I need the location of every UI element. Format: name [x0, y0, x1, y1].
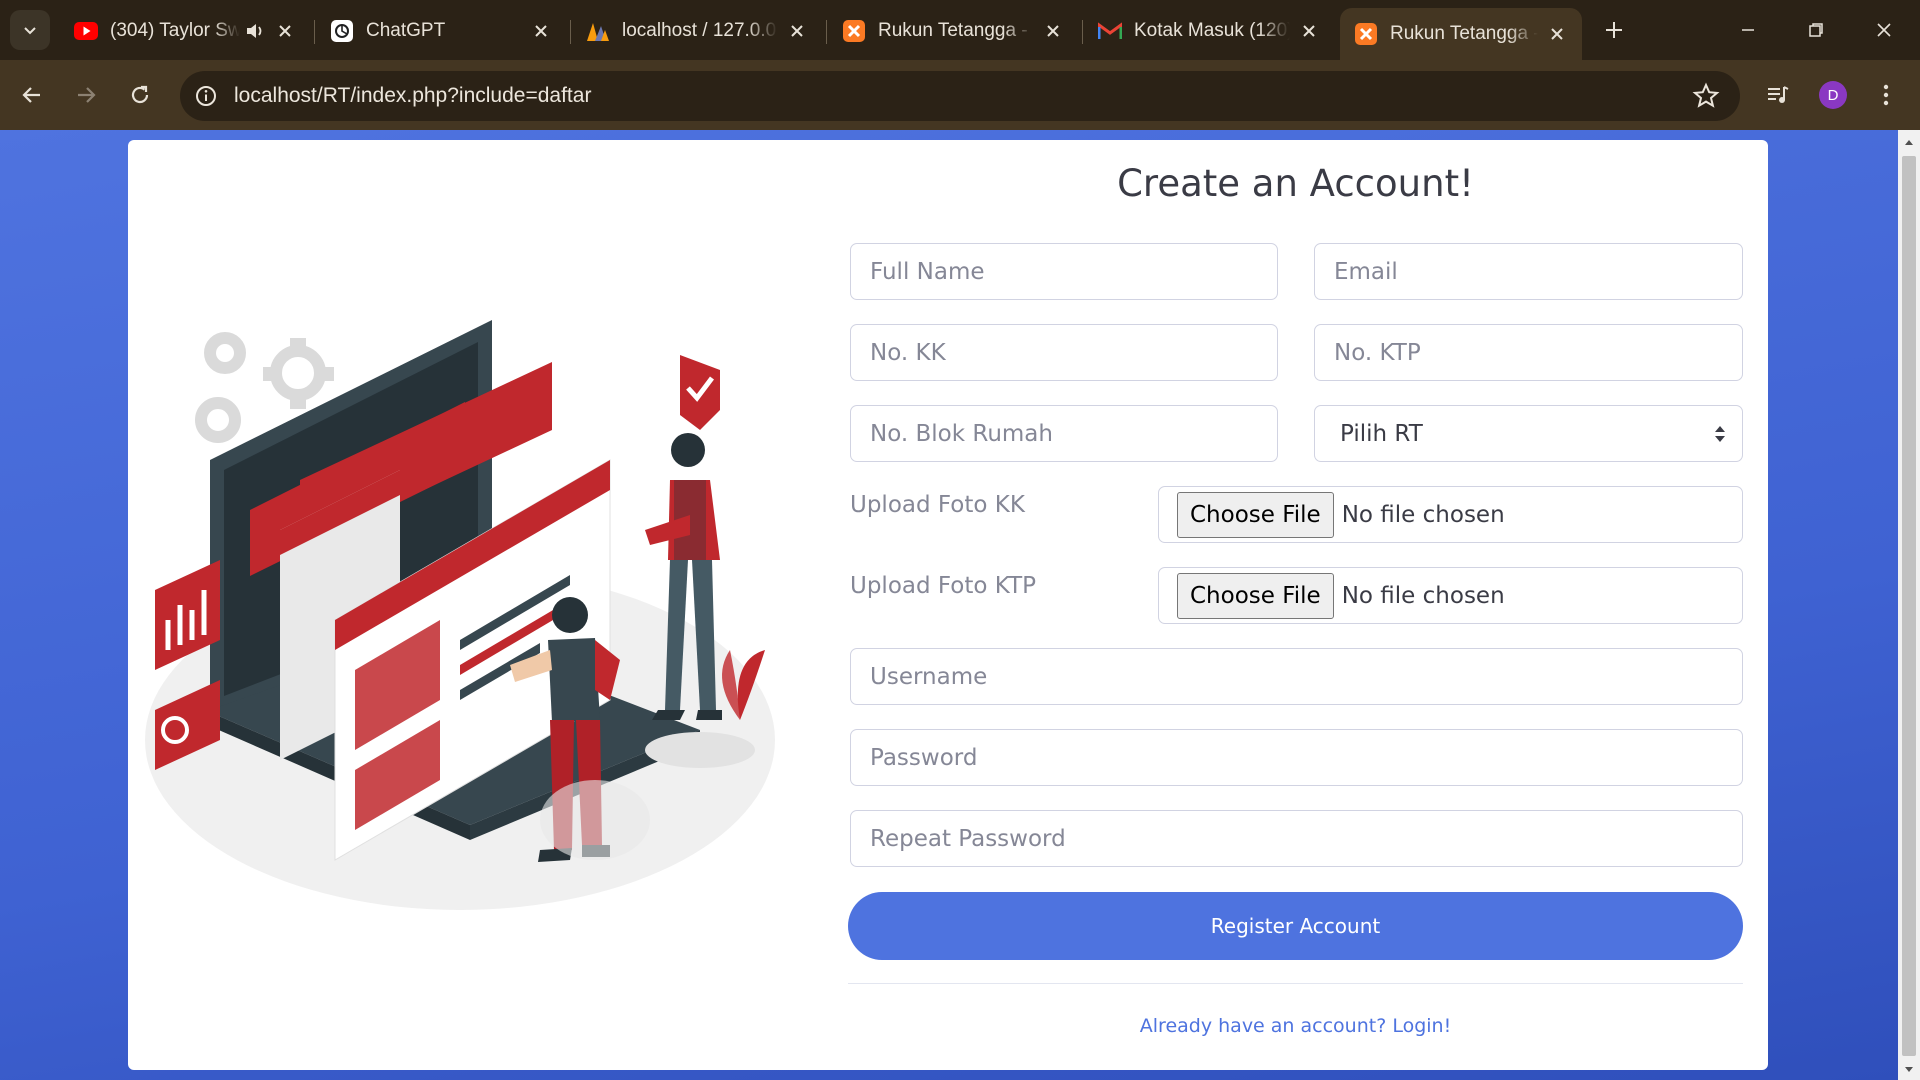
tab-title: Rukun Tetangga - I [1390, 23, 1538, 44]
choose-file-button[interactable]: Choose File [1177, 491, 1334, 538]
scroll-down-icon[interactable] [1904, 1064, 1914, 1074]
login-link[interactable]: Already have an account? Login! [848, 1015, 1743, 1037]
password-input[interactable] [850, 729, 1743, 786]
no-blok-rumah-input[interactable] [850, 405, 1278, 462]
upload-kk-file-input[interactable]: Choose File No file chosen [1158, 486, 1743, 543]
plus-icon [1606, 22, 1622, 38]
close-icon[interactable] [1546, 23, 1568, 45]
close-icon[interactable] [1298, 20, 1320, 42]
registration-illustration [145, 320, 775, 910]
upload-ktp-file-input[interactable]: Choose File No file chosen [1158, 567, 1743, 624]
address-bar[interactable]: localhost/RT/index.php?include=daftar [180, 71, 1740, 121]
chatgpt-icon [330, 19, 354, 43]
tab-phpmyadmin[interactable]: localhost / 127.0.0. [572, 8, 822, 54]
tab-rukun-tetangga-active[interactable]: Rukun Tetangga - I [1340, 8, 1582, 60]
bookmark-star-icon[interactable] [1692, 82, 1720, 110]
browser-toolbar: localhost/RT/index.php?include=daftar D [0, 60, 1920, 130]
minimize-icon [1742, 29, 1754, 31]
repeat-password-input[interactable] [850, 810, 1743, 867]
page-viewport: Create an Account! Pilih RT Upload Foto … [0, 130, 1898, 1080]
upload-kk-label: Upload Foto KK [850, 492, 1025, 518]
close-icon [1877, 23, 1891, 37]
tab-title: (304) Taylor Sw [110, 20, 240, 41]
playlist-icon [1768, 86, 1789, 103]
file-status-text: No file chosen [1341, 501, 1505, 528]
no-kk-input[interactable] [850, 324, 1278, 381]
profile-button[interactable]: D [1815, 77, 1851, 113]
sort-caret-icon [1715, 426, 1725, 442]
tab-separator [1082, 20, 1083, 44]
tab-rukun-tetangga[interactable]: Rukun Tetangga - I [828, 8, 1078, 54]
scrollbar-thumb[interactable] [1902, 156, 1916, 1056]
minimize-button[interactable] [1730, 12, 1766, 48]
back-button[interactable] [14, 77, 50, 113]
xampp-icon [842, 19, 866, 43]
rt-select-value: Pilih RT [1340, 420, 1423, 447]
url-text[interactable]: localhost/RT/index.php?include=daftar [234, 84, 591, 108]
arrow-left-icon [22, 87, 40, 103]
file-status-text: No file chosen [1341, 582, 1505, 609]
window-close-button[interactable] [1866, 12, 1902, 48]
tab-youtube[interactable]: (304) Taylor Sw [60, 8, 310, 54]
page-scrollbar[interactable] [1898, 130, 1920, 1080]
restore-icon [1809, 23, 1823, 37]
tab-strip: (304) Taylor Sw ChatGPT localhost / 127.… [0, 0, 1920, 60]
reload-icon [131, 85, 149, 104]
close-icon[interactable] [274, 20, 296, 42]
rt-select[interactable]: Pilih RT [1314, 405, 1743, 462]
tab-title: ChatGPT [366, 20, 446, 41]
tab-title: Kotak Masuk (120) [1134, 20, 1290, 41]
tab-separator [570, 20, 571, 44]
no-ktp-input[interactable] [1314, 324, 1743, 381]
scroll-up-icon[interactable] [1904, 138, 1914, 148]
full-name-input[interactable] [850, 243, 1278, 300]
register-card: Create an Account! Pilih RT Upload Foto … [128, 140, 1768, 1070]
email-input[interactable] [1314, 243, 1743, 300]
gmail-icon [1098, 19, 1122, 43]
close-icon[interactable] [786, 20, 808, 42]
choose-file-button[interactable]: Choose File [1177, 572, 1334, 619]
upload-ktp-label: Upload Foto KTP [850, 573, 1036, 599]
close-icon[interactable] [530, 20, 552, 42]
username-input[interactable] [850, 648, 1743, 705]
media-control-button[interactable] [1760, 77, 1796, 113]
speaker-icon[interactable] [244, 20, 266, 42]
youtube-icon [74, 19, 98, 43]
menu-button[interactable] [1868, 77, 1904, 113]
more-vertical-icon [1883, 84, 1889, 106]
avatar: D [1819, 81, 1847, 109]
reload-button[interactable] [122, 77, 158, 113]
new-tab-button[interactable] [1598, 14, 1630, 46]
tab-title: Rukun Tetangga - I [878, 20, 1034, 41]
tab-gmail[interactable]: Kotak Masuk (120) [1084, 8, 1334, 54]
arrow-right-icon [78, 87, 96, 103]
tab-search-button[interactable] [10, 10, 50, 50]
phpmyadmin-icon [586, 19, 610, 43]
divider [848, 983, 1743, 984]
restore-button[interactable] [1798, 12, 1834, 48]
close-icon[interactable] [1042, 20, 1064, 42]
tab-separator [314, 20, 315, 44]
info-icon[interactable] [194, 84, 218, 108]
tab-chatgpt[interactable]: ChatGPT [316, 8, 566, 54]
tab-title: localhost / 127.0.0. [622, 20, 778, 41]
forward-button[interactable] [68, 77, 104, 113]
tab-separator [826, 20, 827, 44]
chevron-down-icon [24, 27, 36, 35]
xampp-icon [1354, 22, 1378, 46]
register-account-button[interactable]: Register Account [848, 892, 1743, 960]
page-title: Create an Account! [1117, 162, 1474, 205]
